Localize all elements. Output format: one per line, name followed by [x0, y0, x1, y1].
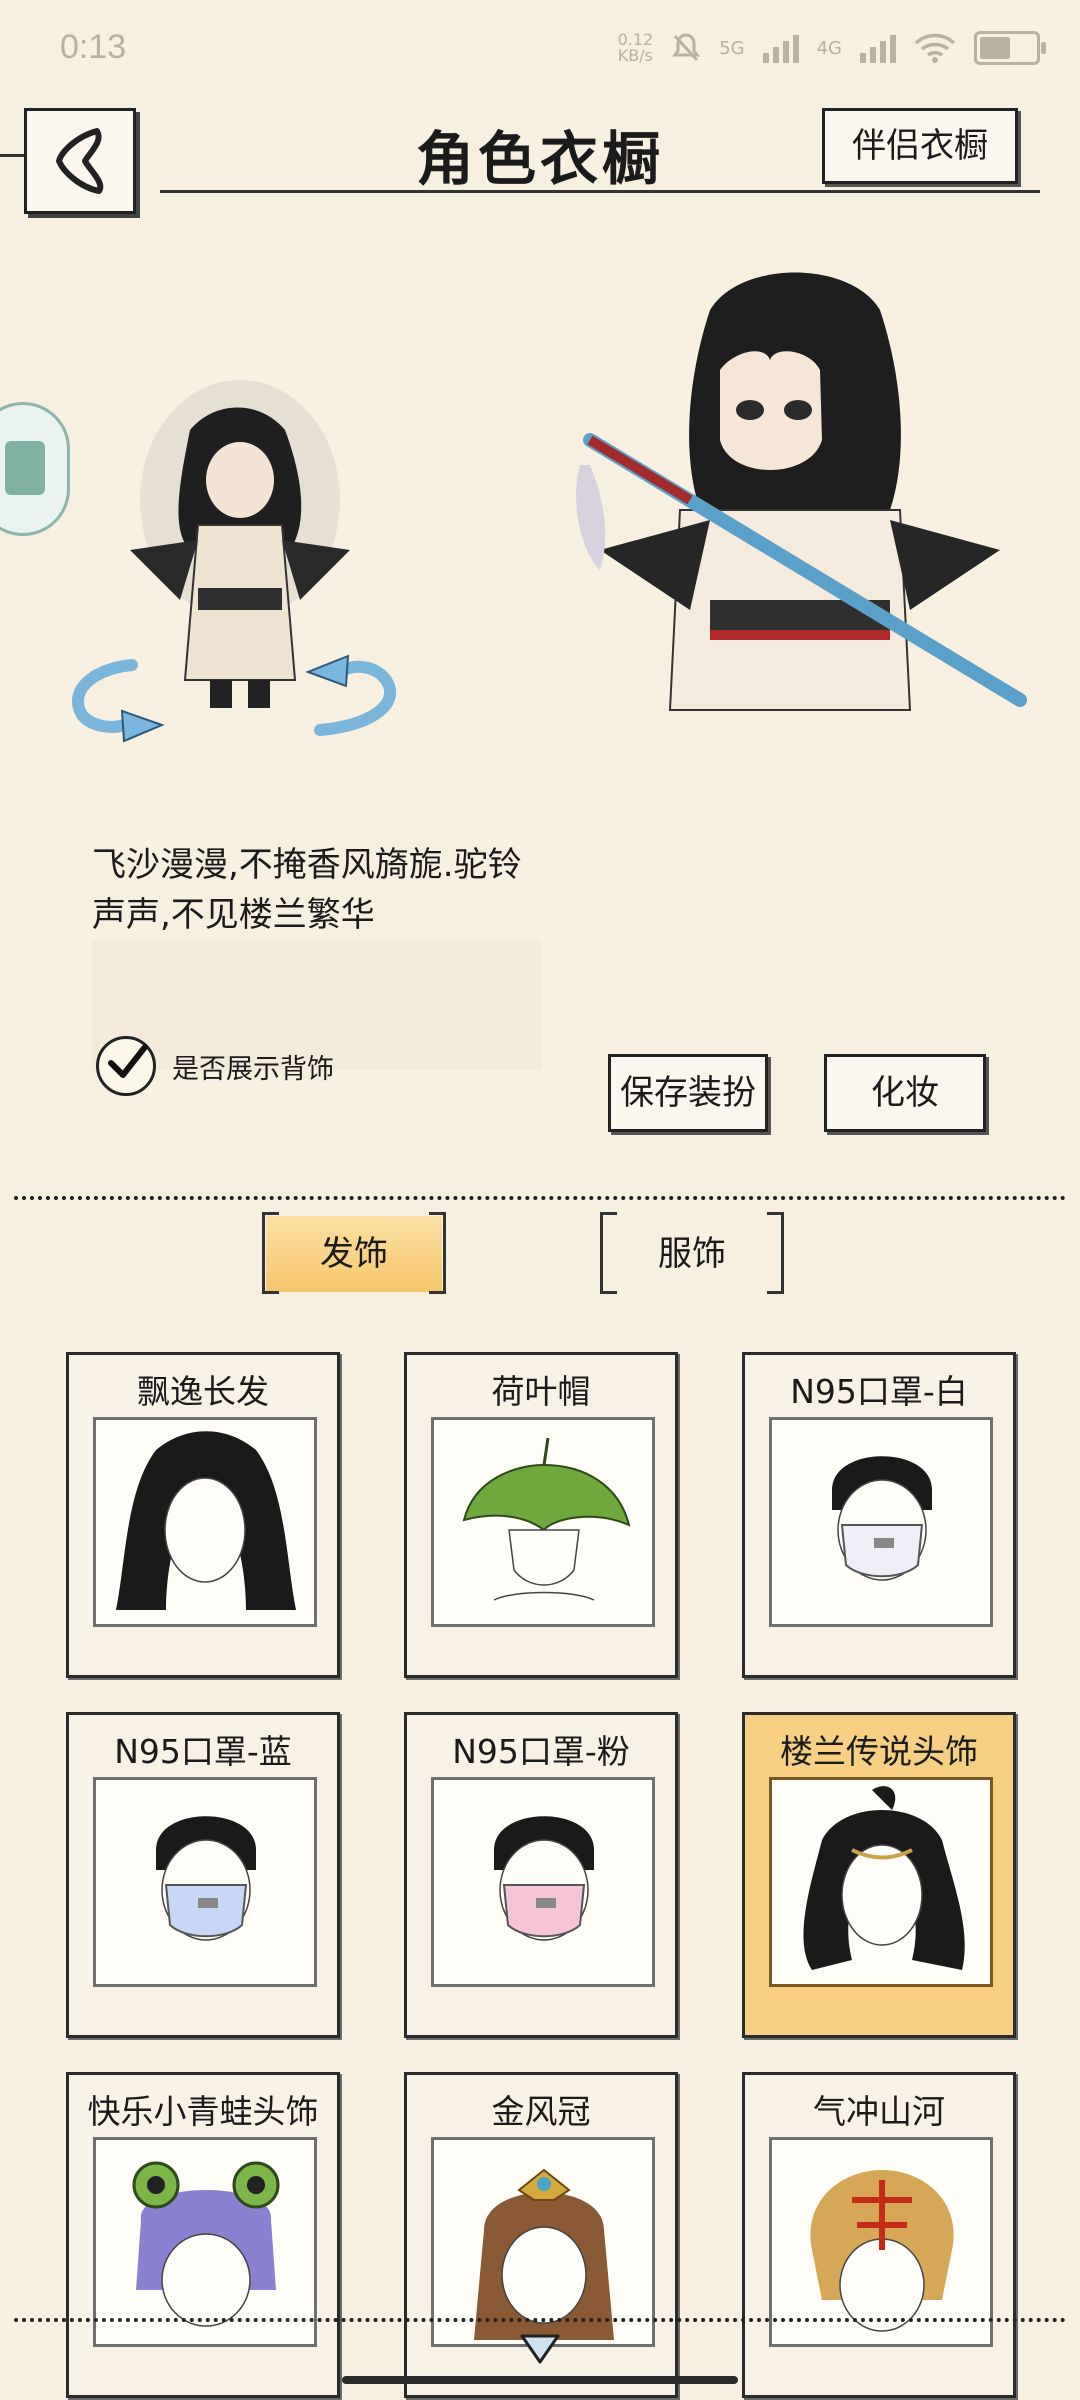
home-indicator[interactable]	[342, 2376, 738, 2384]
show-back-accessory-checkbox[interactable]	[96, 1036, 156, 1096]
item-name: 楼兰传说头饰	[780, 1732, 978, 1771]
signal-5g-icon	[762, 33, 799, 63]
network-5g-label: 5G	[719, 37, 745, 59]
divider-dotted	[14, 1196, 1066, 1200]
frog-headwear-icon	[93, 2137, 317, 2347]
expand-down-icon[interactable]	[520, 2334, 560, 2364]
item-name: 荷叶帽	[491, 1372, 591, 1411]
mask-white-icon	[769, 1417, 993, 1627]
golden-crown-icon	[431, 2137, 655, 2347]
status-icons: 0.12 KB/s 5G 4G	[617, 26, 1046, 70]
item-card-loulan-headwear[interactable]: 楼兰传说头饰	[742, 1712, 1016, 2038]
item-card-mask-pink[interactable]: N95口罩-粉	[404, 1712, 678, 2038]
item-name: 金风冠	[491, 2092, 591, 2131]
item-card-fiery-headwear[interactable]: 气冲山河	[742, 2072, 1016, 2398]
side-float-icon	[5, 441, 45, 495]
loulan-headwear-icon	[769, 1777, 993, 1987]
tab-clothing-label: 服饰	[658, 1234, 726, 1274]
item-name: 快乐小青蛙头饰	[87, 2092, 319, 2131]
tab-hair-accessories[interactable]: 发饰	[262, 1212, 446, 1294]
status-bar: 0:13 0.12 KB/s 5G 4G	[0, 0, 1080, 96]
makeup-button[interactable]: 化妆	[824, 1054, 986, 1132]
network-4g-label: 4G	[816, 37, 842, 59]
item-name: N95口罩-粉	[452, 1732, 630, 1771]
item-card-mask-white[interactable]: N95口罩-白	[742, 1352, 1016, 1678]
item-name: 飘逸长发	[137, 1372, 269, 1411]
item-card-frog-headwear[interactable]: 快乐小青蛙头饰	[66, 2072, 340, 2398]
item-card-long-hair[interactable]: 飘逸长发	[66, 1352, 340, 1678]
tab-hair-label: 发饰	[320, 1234, 388, 1274]
item-name: N95口罩-白	[790, 1372, 968, 1411]
mask-pink-icon	[431, 1777, 655, 1987]
rotate-right-arrow-icon	[305, 654, 397, 736]
lotus-leaf-hat-icon	[431, 1417, 655, 1627]
character-rotate-preview[interactable]	[70, 350, 410, 750]
outfit-description: 飞沙漫漫,不掩香风旖旎.驼铃声声,不见楼兰繁华	[92, 845, 522, 935]
divider-dotted-bottom	[14, 2318, 1066, 2322]
mute-bell-icon	[672, 33, 701, 62]
wifi-icon	[914, 33, 956, 63]
long-hair-icon	[93, 1417, 317, 1627]
checkmark-icon	[108, 1044, 148, 1078]
show-back-accessory-label: 是否展示背饰	[172, 1053, 334, 1085]
item-name: N95口罩-蓝	[114, 1732, 292, 1771]
signal-4g-icon	[860, 33, 896, 63]
header-rule	[160, 190, 1040, 193]
tab-clothing[interactable]: 服饰	[600, 1212, 784, 1294]
character-portrait	[560, 250, 1040, 720]
side-float-button[interactable]	[0, 402, 70, 536]
mask-blue-icon	[93, 1777, 317, 1987]
item-card-mask-blue[interactable]: N95口罩-蓝	[66, 1712, 340, 2038]
character-portrait-illustration	[576, 272, 1027, 711]
item-card-lotus-leaf-hat[interactable]: 荷叶帽	[404, 1352, 678, 1678]
status-time: 0:13	[60, 28, 127, 66]
save-outfit-button[interactable]: 保存装扮	[608, 1054, 768, 1132]
rotate-left-arrow-icon	[72, 659, 165, 743]
network-speed: 0.12 KB/s	[617, 30, 654, 65]
show-back-accessory-toggle[interactable]: 是否展示背饰	[96, 1036, 334, 1096]
partner-wardrobe-button[interactable]: 伴侣衣橱	[822, 108, 1018, 184]
header: 角色衣橱 伴侣衣橱	[0, 96, 1080, 214]
battery-icon	[974, 31, 1046, 65]
item-name: 气冲山河	[813, 2092, 945, 2131]
fiery-headwear-icon	[769, 2137, 993, 2347]
